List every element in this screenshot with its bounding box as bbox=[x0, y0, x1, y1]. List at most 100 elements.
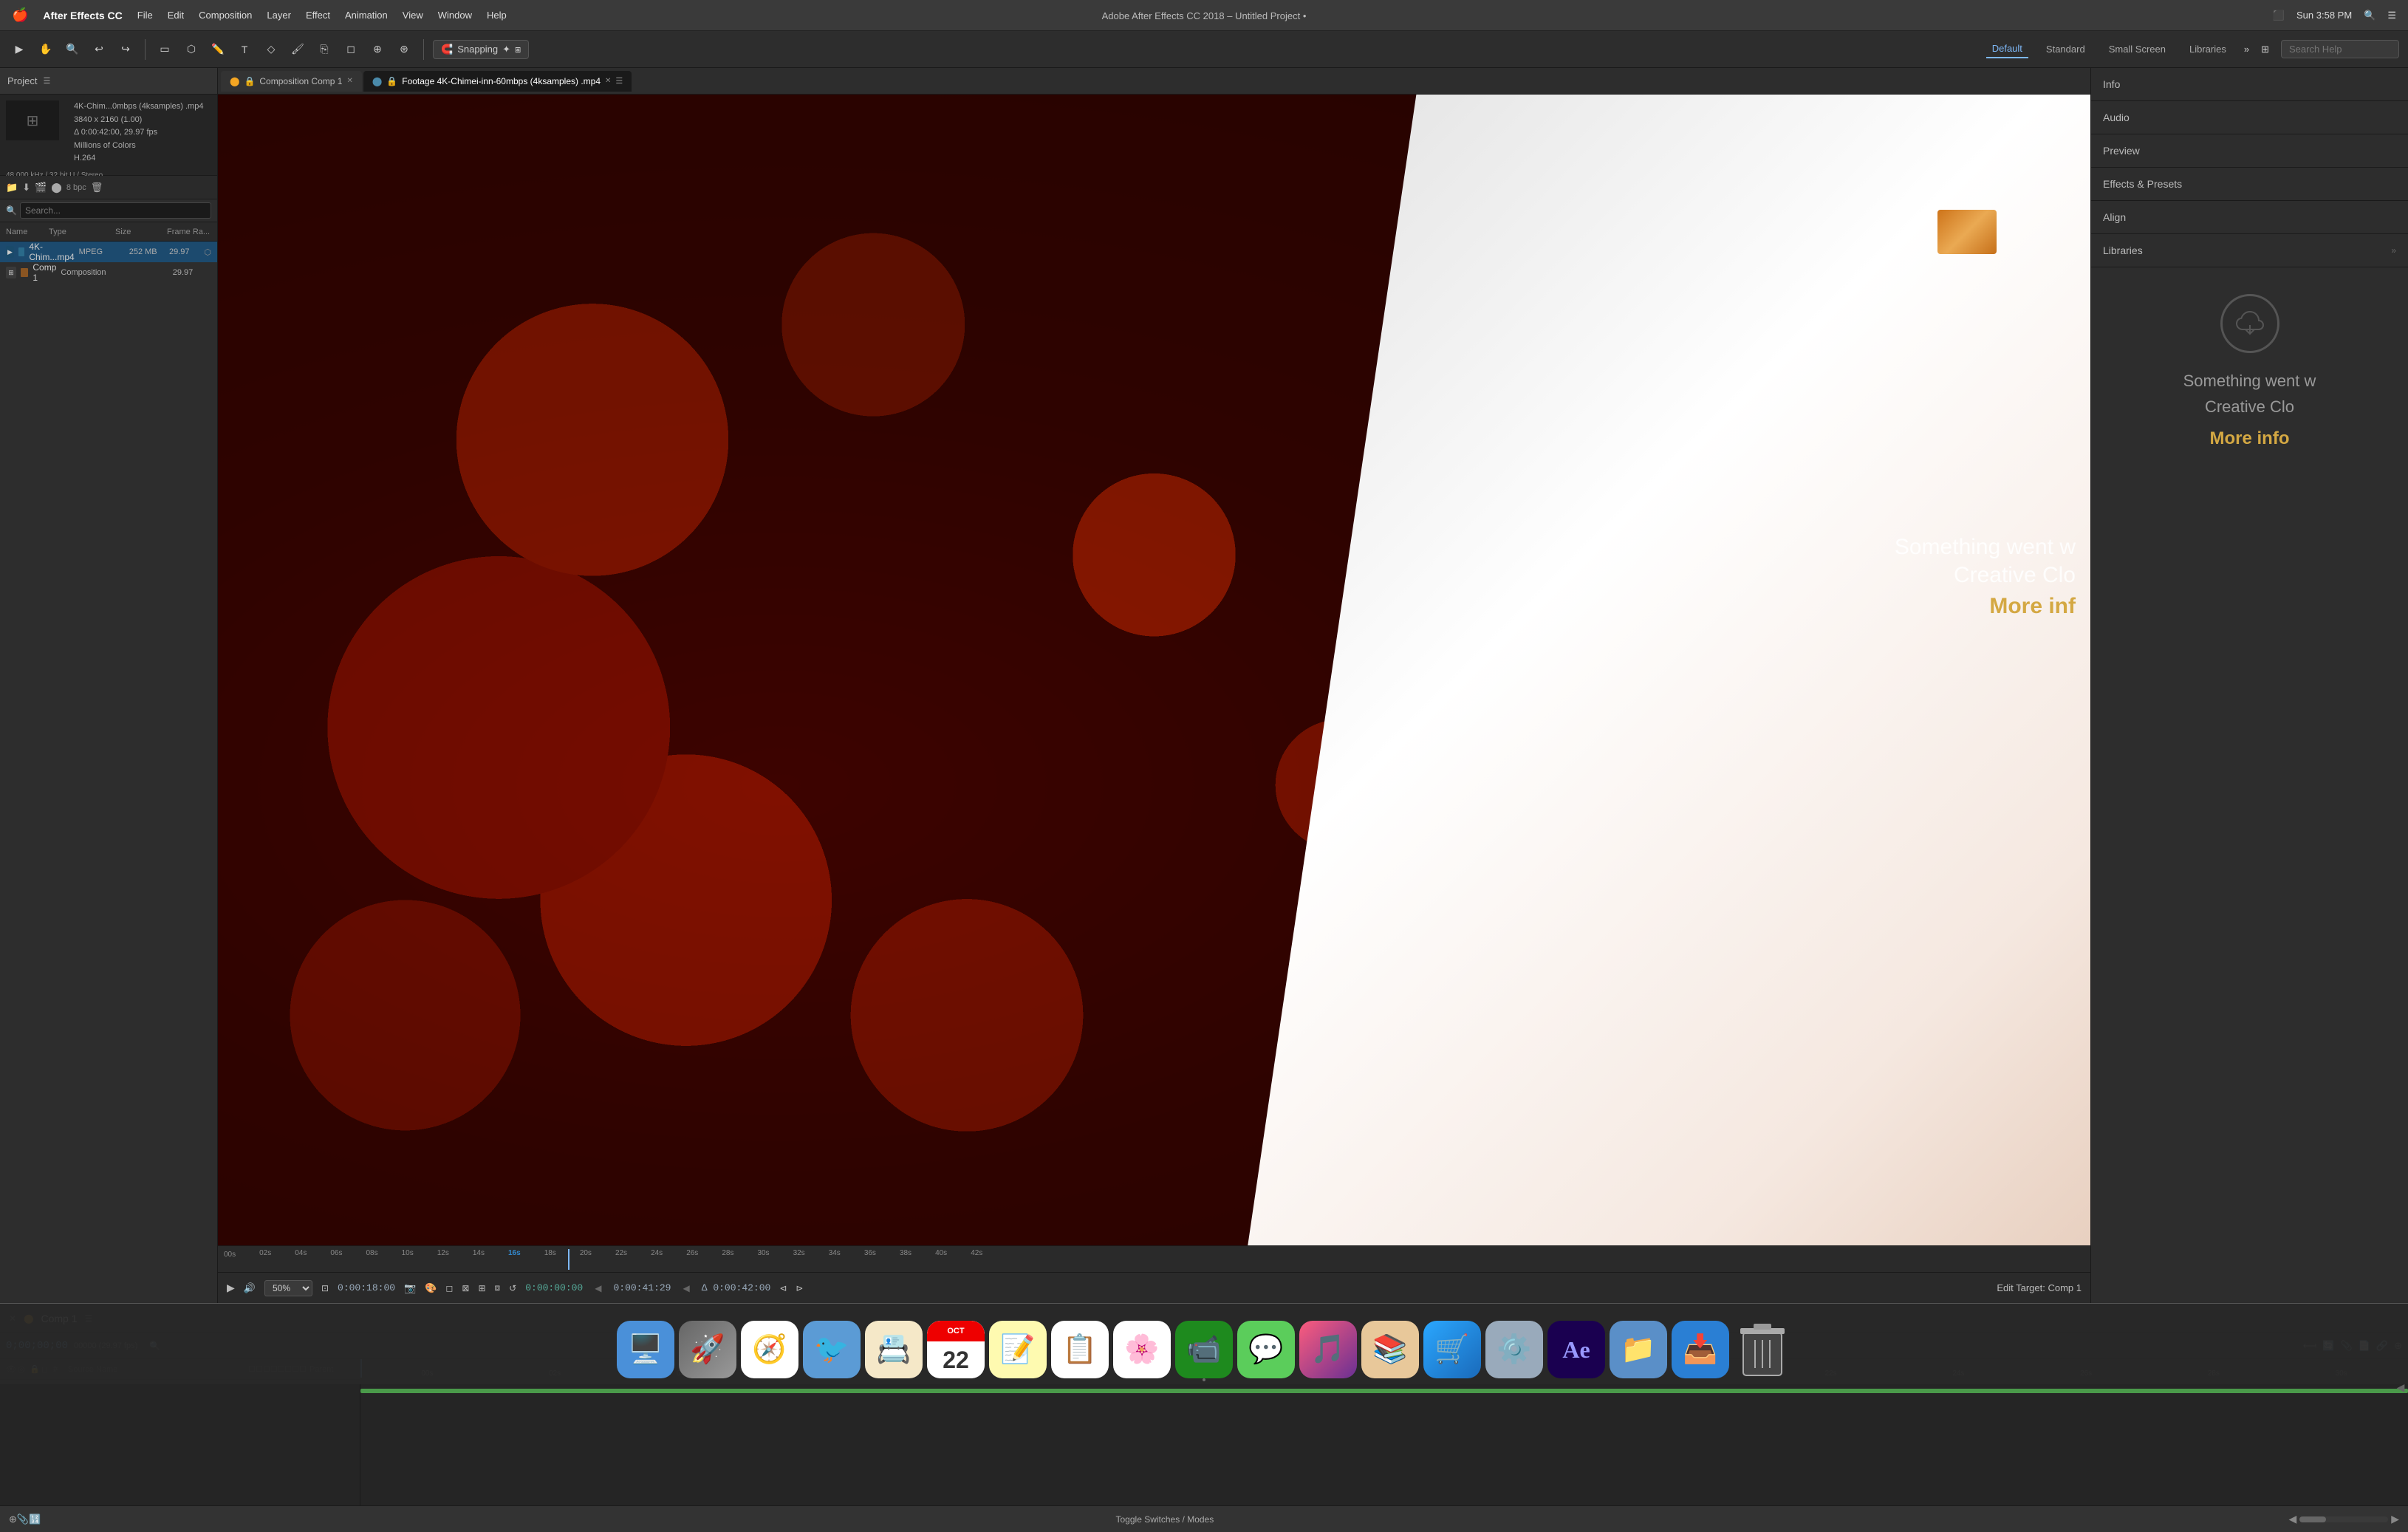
tool-text[interactable]: T bbox=[234, 39, 255, 60]
workspace-default[interactable]: Default bbox=[1986, 40, 2028, 58]
tool-clone[interactable]: ⎘ bbox=[314, 39, 335, 60]
snapping-button[interactable]: 🧲 Snapping ✦ ⧆ bbox=[433, 40, 529, 59]
fit-icon[interactable]: ⊡ bbox=[321, 1283, 329, 1293]
project-search-input[interactable] bbox=[20, 202, 211, 219]
right-panel-libraries[interactable]: Libraries » bbox=[2091, 234, 2408, 267]
dock-folder1[interactable]: 📁 bbox=[1610, 1321, 1667, 1378]
tool-select[interactable]: ▶ bbox=[9, 39, 30, 60]
timecode-end[interactable]: 0:00:41:29 bbox=[613, 1282, 671, 1293]
tool-eraser[interactable]: ◻ bbox=[341, 39, 361, 60]
tool-pen[interactable]: ✏️ bbox=[208, 39, 228, 60]
right-panel-preview[interactable]: Preview bbox=[2091, 134, 2408, 168]
tool-shape[interactable]: ◇ bbox=[261, 39, 281, 60]
dock-safari[interactable]: 🧭 bbox=[741, 1321, 798, 1378]
col-fps-header[interactable]: Frame Ra... bbox=[167, 228, 211, 236]
dock-messages[interactable]: 💬 bbox=[1237, 1321, 1295, 1378]
menu-animation[interactable]: Animation bbox=[345, 10, 388, 21]
timecode-current[interactable]: 0:00:18:00 bbox=[338, 1282, 395, 1293]
quality-icon[interactable]: ◻ bbox=[445, 1283, 453, 1293]
tool-roto[interactable]: ⊕ bbox=[367, 39, 388, 60]
menu-help[interactable]: Help bbox=[487, 10, 507, 21]
dock-photos[interactable]: 🌸 bbox=[1113, 1321, 1171, 1378]
menu-file[interactable]: File bbox=[137, 10, 153, 21]
color-icon[interactable]: ⬤ bbox=[51, 182, 62, 194]
dock-music[interactable]: 🎵 bbox=[1299, 1321, 1357, 1378]
comp-tab-close[interactable]: ✕ bbox=[346, 77, 352, 85]
new-folder-icon[interactable]: 📁 bbox=[6, 182, 18, 194]
viewer-playhead[interactable] bbox=[568, 1249, 569, 1270]
scroll-right[interactable]: ▶ bbox=[2391, 1513, 2399, 1525]
viewer-tab-comp[interactable]: ⬤ 🔒 Composition Comp 1 ✕ bbox=[221, 71, 362, 92]
apple-menu[interactable]: 🍎 bbox=[12, 7, 28, 23]
video-viewer[interactable]: Something went w Creative Clo More inf bbox=[218, 95, 2090, 1245]
preview-icon[interactable]: ⊳ bbox=[796, 1283, 803, 1293]
play-btn[interactable]: ▶ bbox=[227, 1282, 235, 1294]
scroll-left[interactable]: ◀ bbox=[2288, 1513, 2296, 1525]
dock-books[interactable]: 📚 bbox=[1361, 1321, 1419, 1378]
menu-edit[interactable]: Edit bbox=[168, 10, 184, 21]
menu-effect[interactable]: Effect bbox=[306, 10, 330, 21]
render-icon[interactable]: ⊲ bbox=[779, 1283, 787, 1293]
render-icon-tl[interactable]: 🔢 bbox=[29, 1514, 41, 1525]
overlay-link[interactable]: More inf bbox=[1895, 594, 2076, 619]
tool-mask[interactable]: ⬡ bbox=[181, 39, 202, 60]
tool-rect[interactable]: ▭ bbox=[154, 39, 175, 60]
zoom-select[interactable]: 50% 100% 25% bbox=[264, 1280, 312, 1296]
audio-btn[interactable]: 🔊 bbox=[244, 1282, 256, 1294]
grid-icon[interactable]: ⊞ bbox=[478, 1283, 485, 1293]
exp-icon[interactable]: 📎 bbox=[17, 1514, 29, 1525]
dock-sysprefs[interactable]: ⚙️ bbox=[1485, 1321, 1543, 1378]
menu-window[interactable]: Window bbox=[438, 10, 472, 21]
tool-redo[interactable]: ↪ bbox=[115, 39, 136, 60]
transparency-icon[interactable]: ⧈ bbox=[495, 1282, 501, 1293]
list-icon[interactable]: ☰ bbox=[2387, 10, 2396, 21]
dock-contacts[interactable]: 📇 bbox=[865, 1321, 923, 1378]
project-item-0[interactable]: ▶ 4K-Chim...mp4 MPEG 252 MB 29.97 ⬡ bbox=[0, 242, 217, 262]
import-icon[interactable]: ⬇ bbox=[22, 182, 30, 194]
col-size-header[interactable]: Size bbox=[115, 228, 167, 236]
workspace-small[interactable]: Small Screen bbox=[2103, 41, 2172, 58]
tool-undo[interactable]: ↩ bbox=[89, 39, 109, 60]
dock-mail[interactable]: 🐦 bbox=[803, 1321, 861, 1378]
workspace-libraries[interactable]: Libraries bbox=[2183, 41, 2232, 58]
delete-icon[interactable]: 🗑 bbox=[91, 182, 103, 194]
dock-aftereffects[interactable]: Ae bbox=[1547, 1321, 1605, 1378]
camera-icon[interactable]: 📷 bbox=[404, 1282, 416, 1294]
dock-notes[interactable]: 📝 bbox=[989, 1321, 1047, 1378]
panel-menu-icon[interactable]: ☰ bbox=[43, 76, 50, 86]
right-panel-align[interactable]: Align bbox=[2091, 201, 2408, 234]
menu-view[interactable]: View bbox=[403, 10, 423, 21]
region-icon[interactable]: ⊠ bbox=[462, 1283, 469, 1293]
workspace-standard[interactable]: Standard bbox=[2040, 41, 2091, 58]
footage-tab-close[interactable]: ✕ bbox=[605, 77, 611, 85]
motion-path-icon[interactable]: ⊕ bbox=[9, 1514, 17, 1525]
dock-calendar[interactable]: OCT 22 bbox=[927, 1321, 985, 1378]
viewer-timeline-ruler[interactable]: 00s 02s 04s 06s 08s 10s 12s 14s 16s 18s … bbox=[218, 1245, 2090, 1272]
dock-finder[interactable]: 🖥️ bbox=[617, 1321, 674, 1378]
app-name[interactable]: After Effects CC bbox=[43, 10, 122, 21]
dock-launchpad[interactable]: 🚀 bbox=[679, 1321, 736, 1378]
toggle-switches-modes[interactable]: Toggle Switches / Modes bbox=[1116, 1514, 1214, 1525]
workspace-more-icon[interactable]: » bbox=[2244, 44, 2249, 55]
col-name-header[interactable]: Name bbox=[6, 228, 34, 236]
menu-layer[interactable]: Layer bbox=[267, 10, 291, 21]
col-type-header[interactable]: Type bbox=[49, 228, 115, 236]
search-icon[interactable]: 🔍 bbox=[2364, 10, 2375, 21]
timeline-scroll[interactable] bbox=[2299, 1516, 2388, 1522]
dock-downloads[interactable]: 📥 bbox=[1672, 1321, 1729, 1378]
right-panel-effects[interactable]: Effects & Presets bbox=[2091, 168, 2408, 201]
dock-facetime[interactable]: 📹 bbox=[1175, 1321, 1233, 1378]
more-info-link[interactable]: More info bbox=[2103, 428, 2396, 449]
right-panel-info[interactable]: Info bbox=[2091, 68, 2408, 101]
footage-tab-menu[interactable]: ☰ bbox=[615, 76, 623, 86]
dock-reminders[interactable]: 📋 bbox=[1051, 1321, 1109, 1378]
dock-appstore[interactable]: 🛒 bbox=[1423, 1321, 1481, 1378]
reset-icon[interactable]: ↺ bbox=[509, 1283, 516, 1293]
project-item-1[interactable]: ⊞ Comp 1 Composition 29.97 bbox=[0, 262, 217, 283]
viewer-tab-footage[interactable]: ⬤ 🔒 Footage 4K-Chimei-inn-60mbps (4ksamp… bbox=[363, 71, 632, 92]
tool-paint[interactable]: 🖌 bbox=[287, 39, 308, 60]
menu-composition[interactable]: Composition bbox=[199, 10, 252, 21]
color-channels-icon[interactable]: 🎨 bbox=[425, 1282, 437, 1294]
tool-puppet[interactable]: ⊛ bbox=[394, 39, 414, 60]
right-panel-audio[interactable]: Audio bbox=[2091, 101, 2408, 134]
